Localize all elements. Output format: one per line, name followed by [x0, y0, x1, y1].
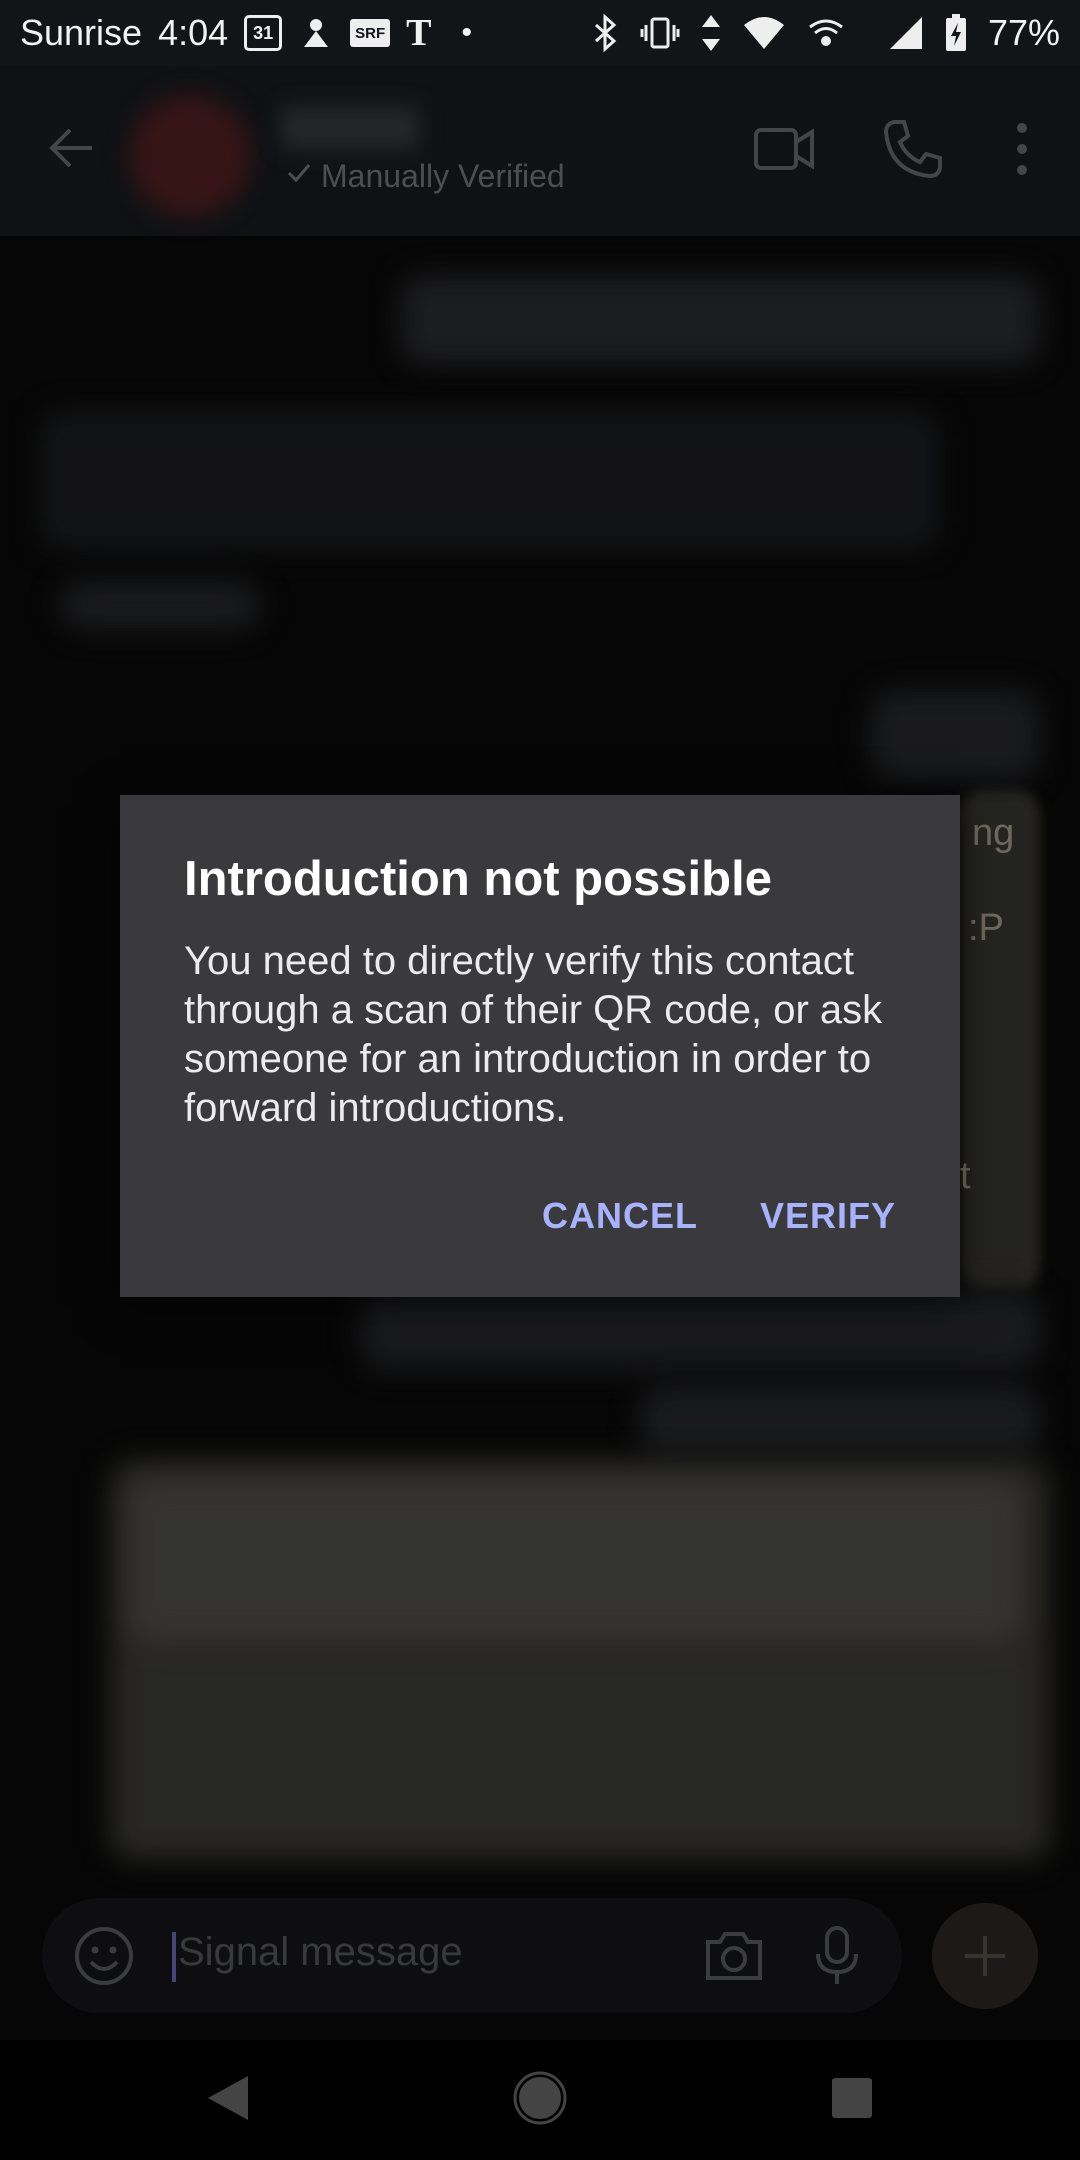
- cancel-button[interactable]: CANCEL: [542, 1195, 698, 1237]
- signal-icon: [888, 13, 924, 53]
- app-notification-icon: [298, 13, 334, 53]
- notification-dot: •: [461, 16, 473, 49]
- hotspot-icon: [806, 13, 846, 53]
- vibrate-icon: [640, 13, 680, 53]
- wifi-icon: [742, 13, 786, 53]
- nyt-icon: T: [406, 12, 432, 54]
- srf-icon: SRF: [350, 19, 391, 47]
- battery-percent: 77%: [987, 12, 1060, 53]
- dialog-message: You need to directly verify this contact…: [184, 939, 883, 1130]
- dialog-actions: CANCEL VERIFY: [542, 1195, 896, 1237]
- battery-charging-icon: [944, 13, 968, 53]
- verify-button[interactable]: VERIFY: [760, 1195, 896, 1237]
- status-bar: Sunrise 4:04 31 SRF T • 77%: [0, 0, 1080, 66]
- clock: 4:04: [158, 12, 229, 53]
- bluetooth-icon: [590, 13, 620, 53]
- introduction-dialog: Introduction not possible You need to di…: [120, 795, 960, 1297]
- calendar-icon: 31: [244, 15, 283, 51]
- carrier-name: Sunrise: [20, 12, 143, 53]
- data-arrows-icon: [700, 13, 722, 53]
- dialog-title: Introduction not possible: [184, 852, 772, 906]
